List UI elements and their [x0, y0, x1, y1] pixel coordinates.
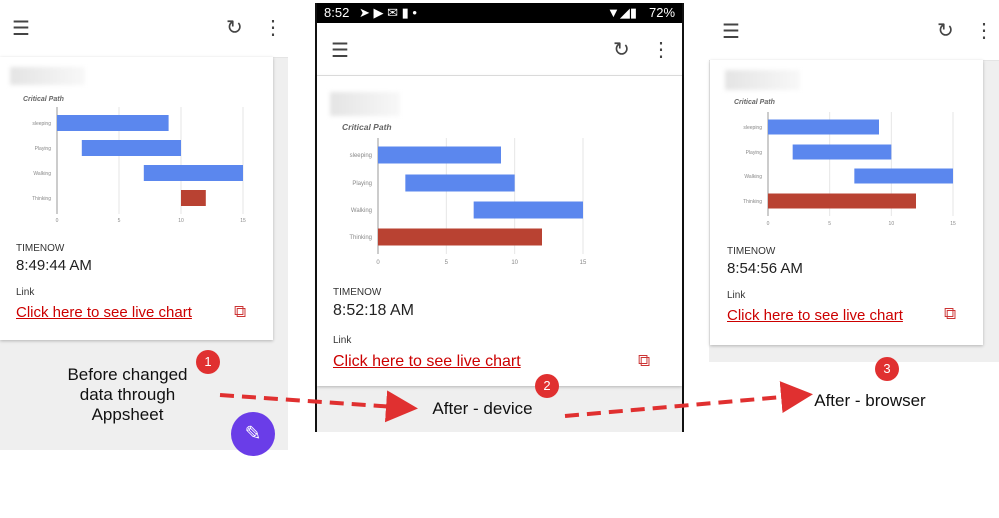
caption-browser: After - browser: [814, 391, 926, 410]
badge-3: 3: [875, 357, 899, 381]
arrow-2-to-3: [564, 381, 813, 418]
badge-1: 1: [196, 350, 220, 374]
caption-device: After - device: [432, 399, 533, 418]
badge-2: 2: [535, 374, 559, 398]
arrow-1-to-2: [219, 390, 418, 423]
caption-before: Before changed data through Appsheet: [67, 365, 188, 424]
annotation-arrows: [219, 381, 813, 423]
